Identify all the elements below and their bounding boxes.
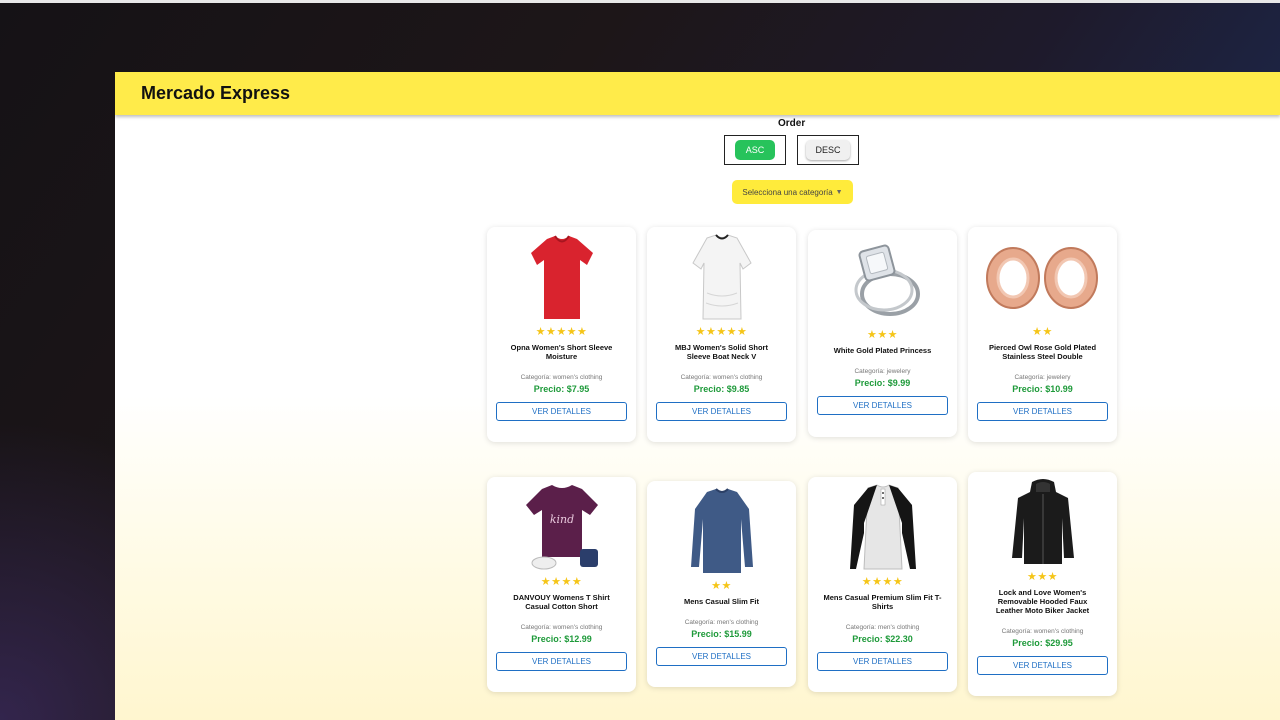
chevron-down-icon: ▼ <box>835 188 843 196</box>
red-tshirt-icon <box>530 235 593 319</box>
product-category: Categoría: women's clothing <box>520 624 603 631</box>
product-name: Pierced Owl Rose Gold Plated Stainless S… <box>988 343 1097 361</box>
rating-stars: ★★★★★ <box>535 326 588 338</box>
product-card: ★★★ White Gold Plated Princess Categoría… <box>808 230 957 437</box>
product-category: Categoría: women's clothing <box>520 374 603 381</box>
product-name: Opna Women's Short Sleeve Moisture <box>510 343 613 361</box>
product-name: Mens Casual Slim Fit <box>683 597 760 606</box>
product-card: ★★★ Lock and Love Women's Removable Hood… <box>968 472 1117 696</box>
screen-top-strip <box>0 0 1280 3</box>
blue-longsleeve-icon <box>690 488 753 573</box>
product-category: Categoría: jewelery <box>1014 374 1071 381</box>
product-card: ★★ Pierced Owl Rose Gold Plated Stainles… <box>968 227 1117 442</box>
view-details-button[interactable]: VER DETALLES <box>977 402 1108 421</box>
order-title: Order <box>778 118 806 129</box>
diamond-ring-icon <box>854 244 920 316</box>
purple-tshirt-icon: kind <box>525 485 598 570</box>
product-category: Categoría: men's clothing <box>684 619 759 626</box>
rating-stars: ★★★ <box>1026 571 1059 583</box>
rating-stars: ★★ <box>711 580 732 592</box>
product-card: ★★★★★ MBJ Women's Solid Short Sleeve Boa… <box>647 227 796 442</box>
product-price: Precio: $7.95 <box>533 384 590 394</box>
rose-gold-plugs-icon <box>985 247 1098 309</box>
product-price: Precio: $22.30 <box>852 634 913 644</box>
view-details-button[interactable]: VER DETALLES <box>496 652 627 671</box>
product-name: White Gold Plated Princess <box>833 346 932 355</box>
rating-stars: ★★★★★ <box>695 326 748 338</box>
product-price: Precio: $9.99 <box>854 378 911 388</box>
desc-option-box: DESC <box>797 135 859 165</box>
asc-button[interactable]: ASC <box>734 140 776 160</box>
view-details-button[interactable]: VER DETALLES <box>817 652 948 671</box>
product-card: ★★★★★ Opna Women's Short Sleeve Moisture… <box>487 227 636 442</box>
view-details-button[interactable]: VER DETALLES <box>656 402 787 421</box>
product-card: ★★★★ Mens Casual Premium Slim Fit T-Shir… <box>808 477 957 692</box>
product-category: Categoría: men's clothing <box>845 624 920 631</box>
white-top-icon <box>691 234 752 320</box>
product-price: Precio: $29.95 <box>1012 638 1073 648</box>
product-price: Precio: $15.99 <box>691 629 752 639</box>
product-card: ★★ Mens Casual Slim Fit Categoría: men's… <box>647 481 796 687</box>
product-price: Precio: $10.99 <box>1012 384 1073 394</box>
app-window: Mercado Express Order ASC DESC Seleccion… <box>115 72 1280 720</box>
category-select-label: Selecciona una categoría <box>742 187 833 197</box>
rating-stars: ★★★ <box>866 329 899 341</box>
desc-button[interactable]: DESC <box>806 140 850 160</box>
product-name: MBJ Women's Solid Short Sleeve Boat Neck… <box>675 343 768 361</box>
product-category: Categoría: women's clothing <box>680 374 763 381</box>
product-card: kind ★★★★ DANVOUY Womens T Shirt Casual … <box>487 477 636 692</box>
leather-jacket-icon <box>1011 479 1074 564</box>
app-title: Mercado Express <box>141 83 291 103</box>
product-name: Mens Casual Premium Slim Fit T-Shirts <box>823 593 942 611</box>
app-bar: Mercado Express <box>115 72 1280 115</box>
view-details-button[interactable]: VER DETALLES <box>977 656 1108 675</box>
view-details-button[interactable]: VER DETALLES <box>817 396 948 415</box>
rating-stars: ★★★★ <box>861 576 904 588</box>
product-category: Categoría: women's clothing <box>1001 628 1084 635</box>
product-category: Categoría: jewelery <box>854 368 911 375</box>
product-name: Lock and Love Women's Removable Hooded F… <box>995 588 1090 615</box>
product-name: DANVOUY Womens T Shirt Casual Cotton Sho… <box>513 593 610 611</box>
svg-text:kind: kind <box>549 513 573 526</box>
rating-stars: ★★★★ <box>540 576 583 588</box>
rating-stars: ★★ <box>1032 326 1053 338</box>
raglan-shirt-icon <box>849 484 916 570</box>
view-details-button[interactable]: VER DETALLES <box>496 402 627 421</box>
category-select[interactable]: Selecciona una categoría ▼ <box>732 180 853 204</box>
product-price: Precio: $12.99 <box>531 634 592 644</box>
product-price: Precio: $9.85 <box>693 384 750 394</box>
view-details-button[interactable]: VER DETALLES <box>656 647 787 666</box>
asc-option-box: ASC <box>724 135 786 165</box>
